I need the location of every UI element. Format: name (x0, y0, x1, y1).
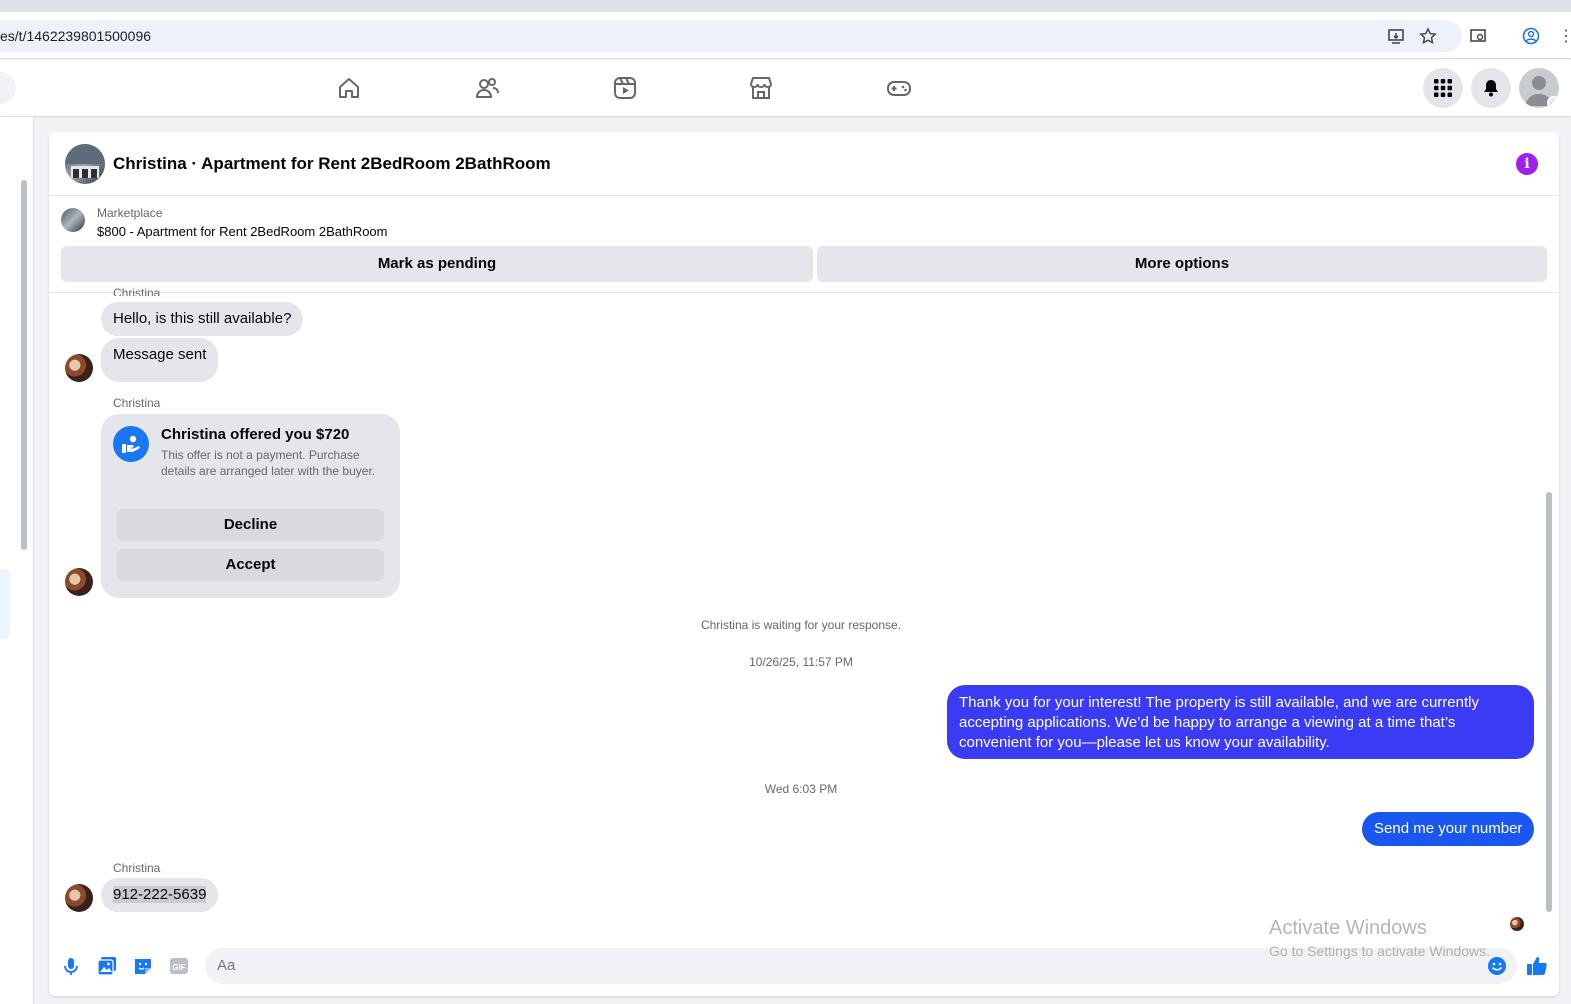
home-icon[interactable] (335, 74, 363, 102)
chat-list-scrollbar[interactable] (21, 180, 27, 550)
phone-number-text[interactable]: 912-222-5639 (113, 886, 207, 903)
thread-scrollbar[interactable] (1546, 312, 1552, 914)
thread-scrollbar-thumb[interactable] (1546, 492, 1552, 912)
gaming-icon[interactable] (885, 74, 913, 102)
more-options-button[interactable]: More options (817, 246, 1547, 282)
listing-title[interactable]: $800 - Apartment for Rent 2BedRoom 2Bath… (97, 224, 388, 239)
contact-avatar[interactable] (65, 884, 93, 912)
profile-icon[interactable] (1521, 27, 1541, 47)
marketplace-label: Marketplace (97, 206, 163, 220)
listing-avatar[interactable] (65, 144, 105, 184)
conversation-title[interactable]: Christina · Apartment for Rent 2BedRoom … (113, 154, 551, 174)
url-text: es/t/1462239801500096 (0, 28, 152, 44)
offer-hand-icon (113, 426, 149, 462)
listing-thumbnail[interactable] (61, 208, 85, 232)
url-field[interactable]: es/t/1462239801500096 (0, 20, 1462, 52)
offer-description: This offer is not a payment. Purchase de… (161, 448, 376, 478)
chat-list-panel (0, 117, 34, 1004)
install-app-icon[interactable] (1386, 27, 1406, 47)
tab-search-icon[interactable] (1468, 27, 1488, 47)
watch-icon[interactable] (611, 74, 639, 102)
sticker-icon[interactable] (131, 954, 155, 978)
outgoing-message[interactable]: Thank you for your interest! The propert… (947, 685, 1534, 759)
mic-icon[interactable] (59, 954, 83, 978)
marketplace-listing-bar: Marketplace $800 - Apartment for Rent 2B… (49, 196, 1559, 293)
chevron-down-icon[interactable]: ⌄ (1547, 96, 1559, 108)
windows-activation-watermark: Activate Windows (1269, 917, 1427, 939)
browser-address-bar: es/t/1462239801500096 ⋮ (0, 12, 1571, 59)
contact-avatar[interactable] (65, 354, 93, 382)
conversation-header: Christina · Apartment for Rent 2BedRoom … (49, 132, 1559, 196)
incoming-message[interactable]: 912-222-5639 (101, 878, 219, 912)
info-icon[interactable]: i (1516, 153, 1538, 175)
menu-grid-icon[interactable] (1423, 68, 1463, 108)
mark-as-pending-button[interactable]: Mark as pending (61, 246, 813, 282)
read-receipt-avatar (1510, 917, 1524, 931)
decline-button[interactable]: Decline (117, 509, 384, 541)
search-input[interactable] (0, 72, 16, 104)
incoming-message[interactable]: Message sent (101, 338, 219, 382)
accept-button[interactable]: Accept (117, 549, 384, 581)
sender-name: Christina (113, 396, 161, 410)
windows-activation-subtext: Go to Settings to activate Windows. (1269, 943, 1490, 959)
offer-title: Christina offered you $720 (161, 426, 350, 443)
gif-icon[interactable]: GIF (167, 954, 191, 978)
account-avatar[interactable]: ⌄ (1519, 68, 1559, 108)
marketplace-icon[interactable] (747, 74, 775, 102)
friends-icon[interactable] (473, 74, 501, 102)
waiting-status-note: Christina is waiting for your response. (700, 618, 902, 632)
message-thread: Christina Hello, is this still available… (49, 286, 1559, 934)
timestamp: Wed 6:03 PM (764, 782, 838, 796)
offer-card: Christina offered you $720 This offer is… (101, 414, 400, 598)
like-icon[interactable] (1525, 954, 1549, 978)
contact-avatar[interactable] (65, 568, 93, 596)
top-navigation: ⌄ (0, 60, 1571, 116)
incoming-message[interactable]: Hello, is this still available? (101, 302, 304, 336)
photo-icon[interactable] (95, 954, 119, 978)
selected-chat-indicator (0, 569, 10, 639)
conversation-panel: Christina · Apartment for Rent 2BedRoom … (49, 132, 1559, 996)
sender-name: Christina (113, 861, 161, 875)
browser-menu-icon[interactable]: ⋮ (1556, 27, 1571, 47)
timestamp: 10/26/25, 11:57 PM (749, 655, 853, 669)
bookmark-star-icon[interactable] (1418, 27, 1438, 47)
bell-icon[interactable] (1471, 68, 1511, 108)
svg-text:GIF: GIF (172, 963, 185, 972)
outgoing-message[interactable]: Send me your number (1362, 812, 1535, 846)
browser-tab-strip (0, 0, 1571, 12)
sender-name: Christina (113, 286, 161, 296)
